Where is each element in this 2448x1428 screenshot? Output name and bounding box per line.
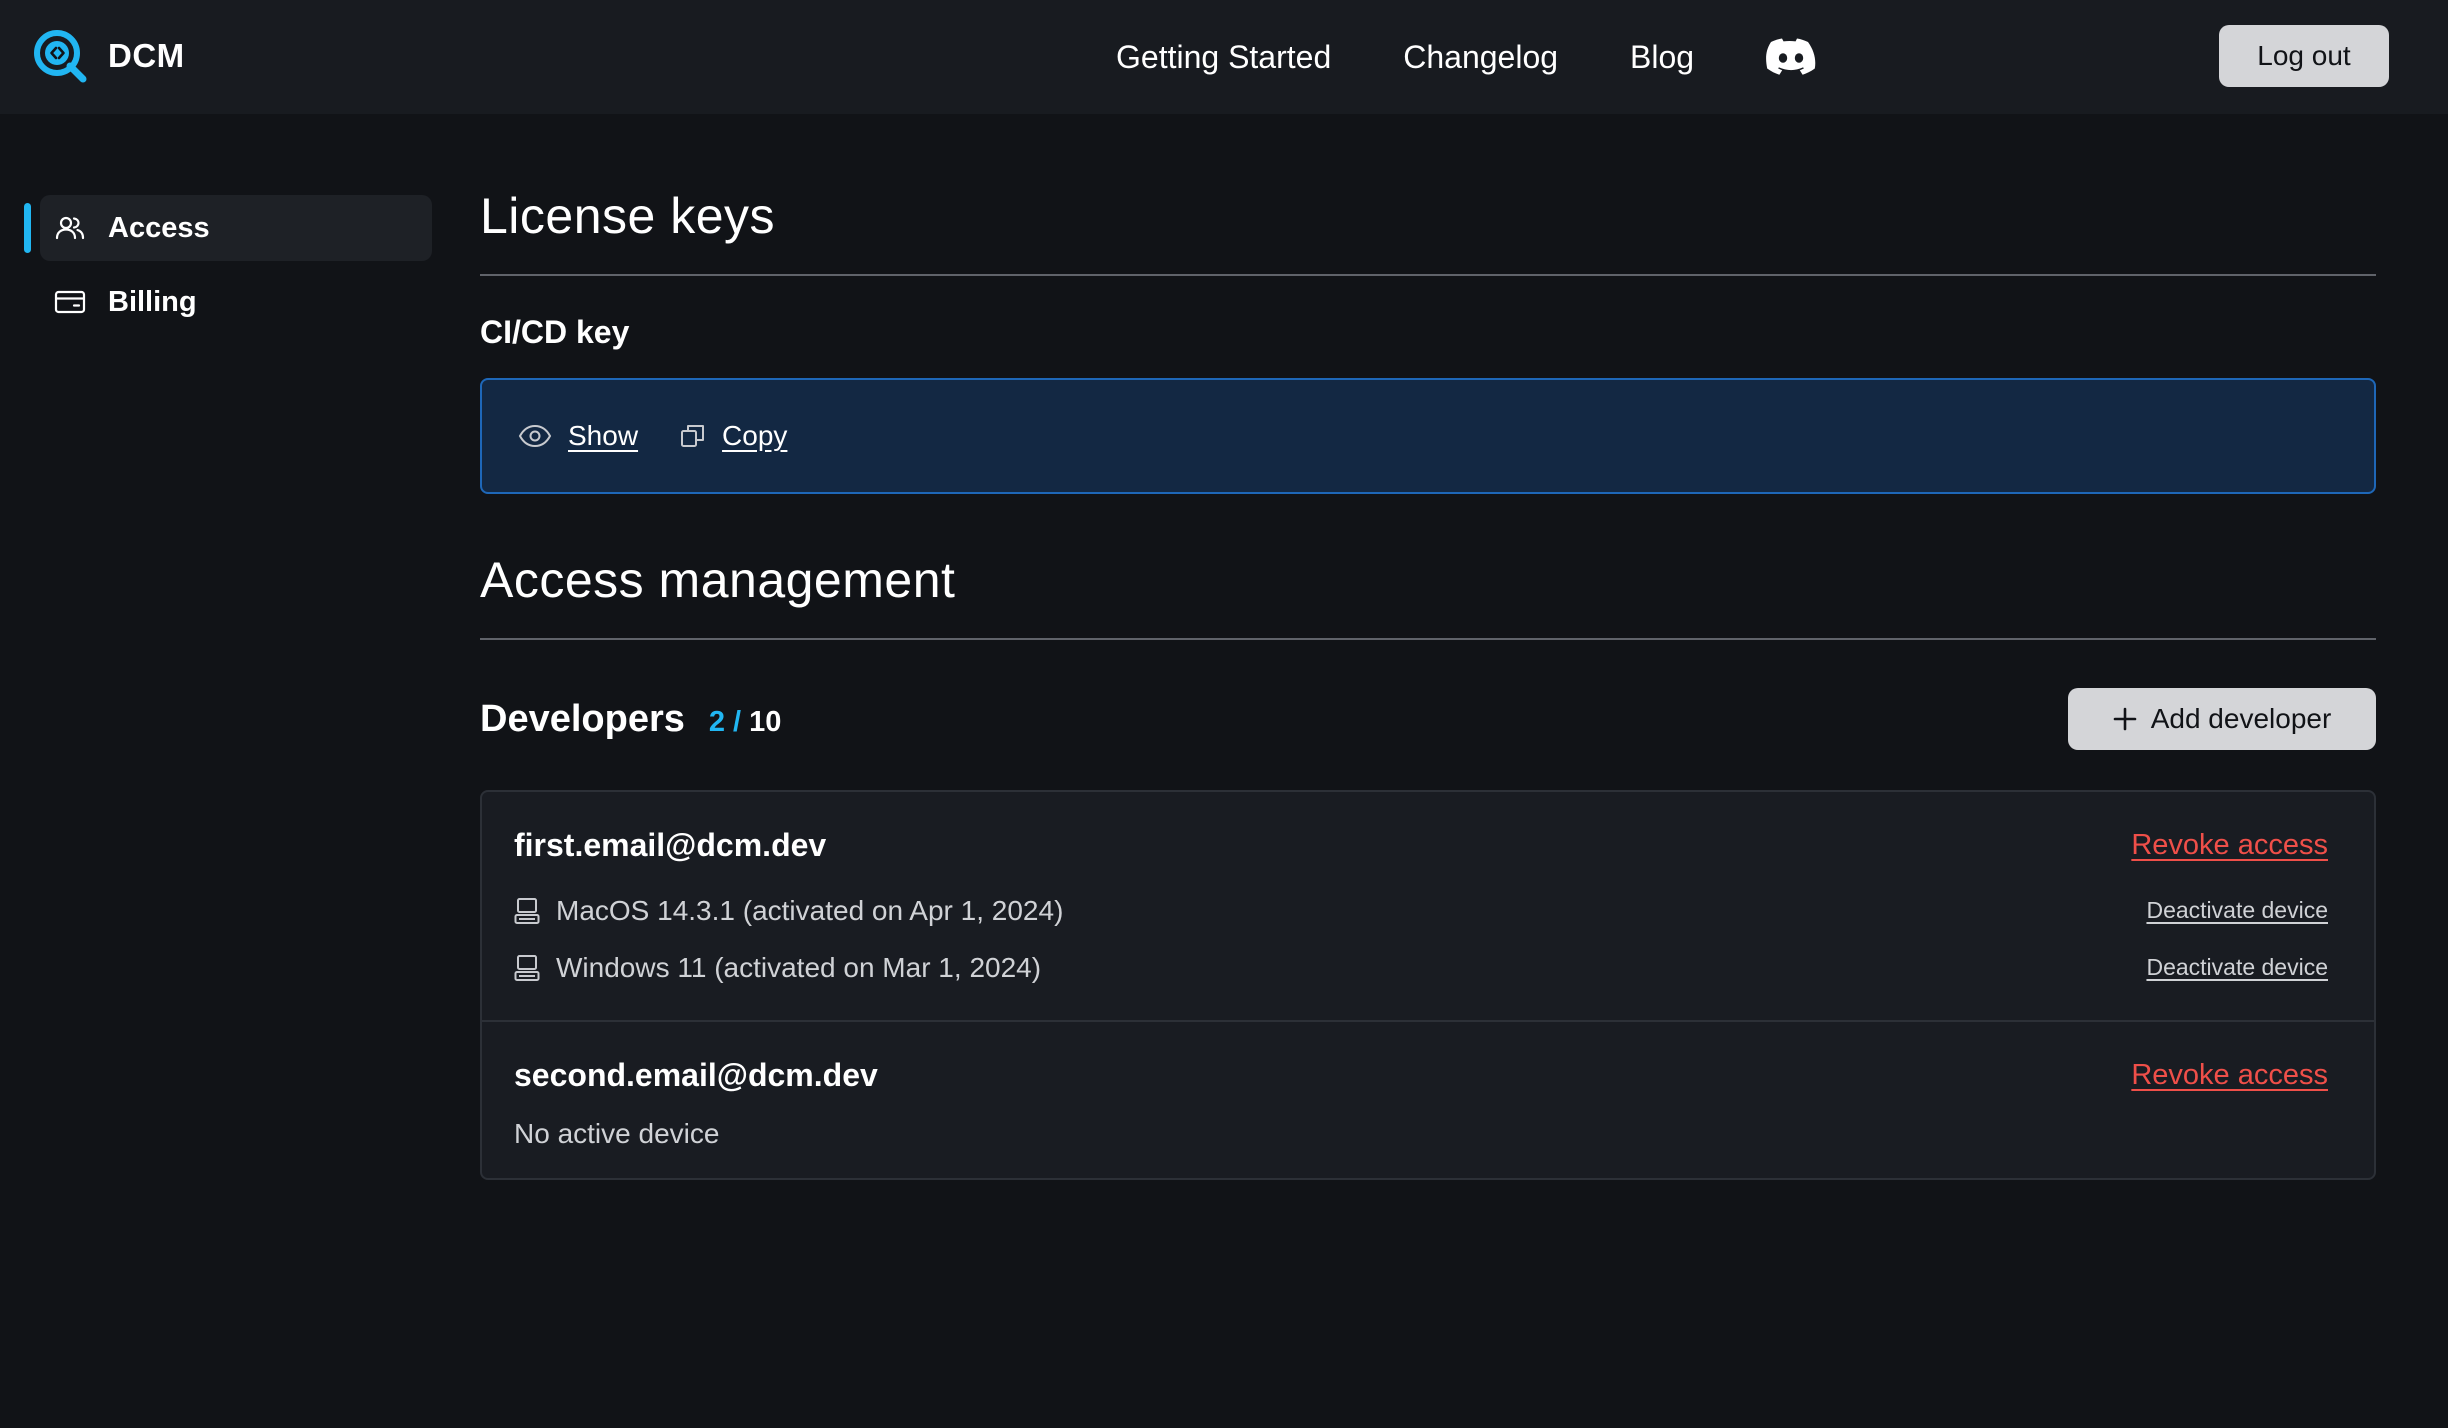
- sidebar-item-label: Billing: [108, 285, 197, 318]
- sidebar-item-billing[interactable]: Billing: [24, 269, 432, 335]
- brand-name: DCM: [108, 37, 185, 74]
- device-info: MacOS 14.3.1 (activated on Apr 1, 2024): [514, 895, 1063, 927]
- device-row: MacOS 14.3.1 (activated on Apr 1, 2024) …: [514, 882, 2328, 939]
- cicd-key-box: Show Copy: [480, 378, 2376, 494]
- developer-row: second.email@dcm.dev Revoke access No ac…: [482, 1020, 2374, 1178]
- developers-header: Developers 2/10 Add developer: [480, 688, 2376, 750]
- copy-icon: [681, 425, 705, 447]
- sidebar-item-access[interactable]: Access: [24, 195, 432, 261]
- revoke-access-link[interactable]: Revoke access: [2131, 1059, 2328, 1092]
- copy-key-button[interactable]: Copy: [680, 420, 787, 452]
- license-keys-title: License keys: [480, 188, 776, 244]
- credit-card-icon: [54, 290, 86, 314]
- eye-icon: [518, 424, 552, 448]
- deactivate-device-link[interactable]: Deactivate device: [2146, 897, 2328, 924]
- nav-blog[interactable]: Blog: [1630, 39, 1694, 76]
- main-content: License keys CI/CD key Show Copy Access …: [480, 180, 2376, 1180]
- main-nav: Getting Started Changelog Blog: [1116, 0, 1816, 114]
- device-info: Windows 11 (activated on Mar 1, 2024): [514, 952, 1041, 984]
- access-management-title: Access management: [480, 552, 956, 608]
- device-text: MacOS 14.3.1 (activated on Apr 1, 2024): [556, 894, 1064, 926]
- developer-email: first.email@dcm.dev: [514, 826, 827, 863]
- deactivate-device-link[interactable]: Deactivate device: [2146, 954, 2328, 981]
- show-key-button[interactable]: Show: [518, 420, 638, 452]
- revoke-access-link[interactable]: Revoke access: [2131, 829, 2328, 862]
- top-navigation-bar: DCM Getting Started Changelog Blog Log o…: [0, 0, 2448, 114]
- developer-row-header: first.email@dcm.dev Revoke access: [514, 820, 2328, 870]
- device-text: Windows 11 (activated on Mar 1, 2024): [556, 951, 1042, 983]
- divider: [480, 274, 2376, 276]
- show-key-label: Show: [568, 420, 639, 451]
- brand[interactable]: DCM: [32, 28, 185, 84]
- seats-separator: /: [733, 705, 742, 738]
- seats-used: 2: [708, 705, 726, 738]
- logout-button[interactable]: Log out: [2219, 25, 2389, 87]
- developer-row-header: second.email@dcm.dev Revoke access: [514, 1050, 2328, 1100]
- computer-icon: [514, 897, 540, 924]
- developer-list: first.email@dcm.dev Revoke access MacOS …: [480, 790, 2376, 1180]
- no-active-device-text: No active device: [514, 1118, 720, 1149]
- cicd-key-label: CI/CD key: [480, 314, 630, 350]
- add-developer-button[interactable]: Add developer: [2068, 688, 2376, 750]
- seat-count: 2/10: [709, 706, 781, 739]
- developer-row: first.email@dcm.dev Revoke access MacOS …: [482, 792, 2374, 1020]
- users-icon: [55, 216, 85, 240]
- seats-total: 10: [749, 705, 782, 738]
- nav-changelog[interactable]: Changelog: [1403, 39, 1558, 76]
- divider: [480, 638, 2376, 640]
- plus-icon: [2113, 707, 2137, 731]
- dcm-logo-icon: [34, 30, 87, 83]
- computer-icon: [514, 954, 540, 981]
- sidebar: Access Billing: [24, 195, 432, 343]
- device-row: Windows 11 (activated on Mar 1, 2024) De…: [514, 939, 2328, 996]
- discord-icon[interactable]: [1766, 37, 1816, 77]
- developers-title: Developers: [480, 697, 685, 740]
- add-developer-label: Add developer: [2150, 703, 2332, 734]
- developer-email: second.email@dcm.dev: [514, 1056, 878, 1093]
- copy-key-label: Copy: [722, 420, 788, 451]
- nav-getting-started[interactable]: Getting Started: [1116, 39, 1331, 76]
- active-indicator: [24, 203, 31, 253]
- sidebar-item-label: Access: [108, 211, 210, 244]
